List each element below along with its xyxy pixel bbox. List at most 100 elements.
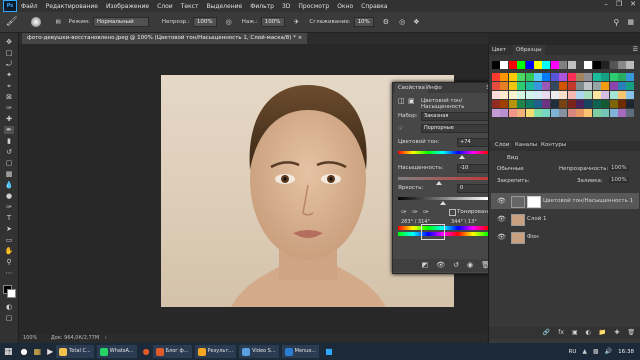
swatch[interactable] — [500, 100, 509, 108]
eraser-tool-icon[interactable]: ▢ — [4, 159, 14, 167]
layer-mask-thumbnail[interactable] — [527, 196, 541, 208]
photoshop-logo[interactable]: Ps — [3, 0, 17, 12]
swatch[interactable] — [500, 109, 509, 117]
lasso-tool-icon[interactable]: ⤾ — [4, 60, 14, 68]
swatch[interactable] — [626, 109, 635, 117]
hand-tool-icon[interactable]: ✋ — [4, 247, 14, 255]
tab-layers[interactable]: Слои — [492, 142, 513, 148]
swatch[interactable] — [542, 91, 551, 99]
lightness-slider-thumb[interactable] — [440, 201, 446, 205]
frame-tool-icon[interactable]: ⊠ — [4, 93, 14, 101]
menu-3d[interactable]: 3D — [282, 3, 290, 10]
brush-panel-icon[interactable]: ▤ — [55, 19, 60, 25]
shape-tool-icon[interactable]: ▭ — [4, 236, 14, 244]
swatch[interactable] — [584, 100, 593, 108]
stamp-tool-icon[interactable]: ▮ — [4, 137, 14, 145]
swatch[interactable] — [592, 82, 601, 90]
mask-icon[interactable]: ▣ — [408, 97, 415, 105]
swatch[interactable] — [525, 73, 534, 81]
swatch[interactable] — [609, 82, 618, 90]
lightness-slider[interactable] — [398, 197, 488, 200]
visibility-eye-icon[interactable]: 👁 — [497, 193, 506, 209]
swatch[interactable] — [592, 91, 601, 99]
swatch[interactable] — [542, 82, 551, 90]
swatch[interactable] — [584, 109, 593, 117]
swatch[interactable] — [534, 82, 542, 90]
swatch[interactable] — [559, 61, 568, 69]
swatch[interactable] — [550, 61, 559, 69]
menu-view[interactable]: Просмотр — [298, 3, 329, 10]
swatch[interactable] — [584, 73, 593, 81]
swatch[interactable] — [584, 82, 593, 90]
swatch[interactable] — [534, 91, 542, 99]
swatch[interactable] — [492, 82, 500, 90]
move-tool-icon[interactable]: ✥ — [4, 38, 14, 46]
yandex-icon[interactable]: ● — [143, 347, 150, 356]
eyedropper-icon[interactable]: ✑ — [401, 208, 407, 216]
task-results[interactable]: Результ... — [194, 345, 237, 358]
eyedropper-plus-icon[interactable]: ✑ — [412, 208, 418, 216]
ie-icon[interactable]: ● — [21, 347, 28, 356]
swatch[interactable] — [517, 109, 526, 117]
hue-slider-thumb[interactable] — [458, 155, 465, 159]
swatch[interactable] — [618, 61, 626, 69]
swatch[interactable] — [626, 91, 635, 99]
healing-tool-icon[interactable]: ✚ — [4, 115, 14, 123]
swatch[interactable] — [567, 91, 576, 99]
swatch[interactable] — [592, 61, 601, 69]
minimize-icon[interactable]: – — [604, 0, 608, 8]
language-indicator[interactable]: RU — [569, 349, 577, 355]
swatch[interactable] — [618, 91, 626, 99]
swatch[interactable] — [626, 61, 635, 69]
close-tab-icon[interactable]: × — [298, 35, 303, 41]
type-tool-icon[interactable]: T — [4, 214, 14, 222]
swatch[interactable] — [609, 109, 618, 117]
swatch[interactable] — [508, 91, 517, 99]
saturation-slider-thumb[interactable] — [435, 181, 442, 185]
swatch[interactable] — [626, 82, 635, 90]
reset-icon[interactable]: ↺ — [453, 259, 459, 272]
link-layers-icon[interactable]: 🔗 — [543, 327, 550, 339]
zoom-level[interactable]: 100% — [23, 335, 37, 341]
task-blog[interactable]: Блог ф... — [152, 345, 192, 358]
colorize-checkbox[interactable] — [449, 209, 456, 216]
swatch[interactable] — [618, 109, 626, 117]
path-select-tool-icon[interactable]: ➤ — [4, 225, 14, 233]
swatch[interactable] — [550, 109, 559, 117]
swatch[interactable] — [592, 100, 601, 108]
swatch[interactable] — [517, 91, 526, 99]
opacity-input[interactable]: 100% — [192, 17, 217, 27]
task-video[interactable]: Video S... — [239, 345, 279, 358]
swatch[interactable] — [550, 82, 559, 90]
swatch[interactable] — [500, 91, 509, 99]
layer-filter-kind[interactable]: Вид — [507, 155, 518, 161]
background-color-swatch[interactable] — [7, 289, 16, 298]
swatch[interactable] — [618, 73, 626, 81]
new-layer-icon[interactable]: ✚ — [614, 327, 619, 339]
saturation-slider[interactable] — [398, 177, 488, 180]
pressure-size-icon[interactable]: ◎ — [399, 18, 405, 26]
brush-tool-icon[interactable]: ✒ — [4, 126, 14, 134]
swatch[interactable] — [626, 100, 635, 108]
saturation-input[interactable]: -10 — [457, 164, 489, 173]
channel-select[interactable]: Порпорные — [421, 124, 493, 133]
swatch[interactable] — [567, 82, 576, 90]
swatch[interactable] — [567, 109, 576, 117]
swatch[interactable] — [576, 109, 584, 117]
screen-mode-icon[interactable]: ▢ — [4, 314, 14, 322]
visibility-icon[interactable]: ◉ — [467, 259, 473, 272]
visibility-eye-icon[interactable]: 👁 — [497, 229, 506, 245]
swatch[interactable] — [626, 73, 635, 81]
menu-type[interactable]: Текст — [181, 3, 199, 10]
swatch[interactable] — [517, 73, 526, 81]
swatch[interactable] — [525, 61, 534, 69]
menu-help[interactable]: Справка — [361, 3, 387, 10]
swatch[interactable] — [508, 82, 517, 90]
task-whatsapp[interactable]: WhatsA... — [96, 345, 137, 358]
eyedropper-tool-icon[interactable]: ✑ — [4, 104, 14, 112]
swatch[interactable] — [584, 61, 593, 69]
hue-input[interactable]: +74 — [457, 138, 489, 147]
layer-row[interactable]: 👁 Цветовой тон/Насыщенность 1 — [491, 193, 639, 209]
brush-preset-icon[interactable] — [31, 17, 42, 27]
swatch[interactable] — [609, 100, 618, 108]
